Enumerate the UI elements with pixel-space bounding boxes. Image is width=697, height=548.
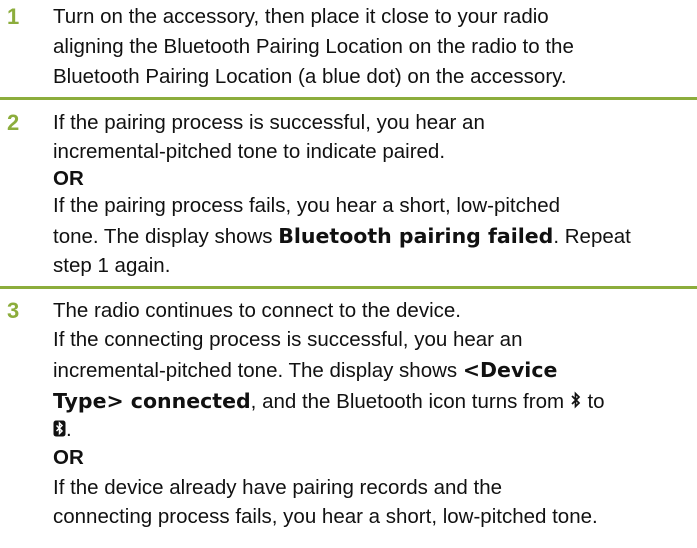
or-label: OR (53, 167, 84, 190)
step-text-line: step 1 again. (53, 254, 171, 277)
text: incremental-pitched tone. The display sh… (53, 359, 463, 382)
step-text-line: If the pairing process fails, you hear a… (53, 194, 561, 217)
step-text-line-icon: . (53, 415, 72, 445)
text: . (66, 418, 72, 441)
step-number: 1 (7, 4, 20, 29)
display-message: Type> connected (53, 389, 251, 413)
step-text-line: The radio continues to connect to the de… (53, 299, 461, 322)
step-text-line: If the pairing process is successful, yo… (53, 111, 485, 134)
display-message: Bluetooth pairing failed (278, 224, 554, 248)
text: to (581, 390, 605, 413)
display-message: <Device (462, 358, 558, 382)
step-text-line: incremental-pitched tone to indicate pai… (53, 140, 446, 163)
divider (0, 97, 697, 100)
step-text-line: Turn on the accessory, then place it clo… (53, 5, 549, 28)
step-text-line: connecting process fails, you hear a sho… (53, 505, 598, 528)
divider (0, 286, 697, 289)
step-text-line: If the connecting process is successful,… (53, 328, 523, 351)
step-text-line-display: tone. The display shows Bluetooth pairin… (53, 221, 631, 251)
step-text-line: If the device already have pairing recor… (53, 476, 502, 499)
bluetooth-icon (570, 388, 582, 418)
step-number: 3 (7, 298, 20, 323)
step-text-line-display: incremental-pitched tone. The display sh… (53, 355, 557, 385)
text: tone. The display shows (53, 225, 279, 248)
step-number: 2 (7, 110, 20, 135)
step-text-line: aligning the Bluetooth Pairing Location … (53, 35, 574, 58)
text: . Repeat (553, 225, 631, 248)
or-label: OR (53, 446, 84, 469)
step-text-line: Bluetooth Pairing Location (a blue dot) … (53, 65, 567, 88)
text: , and the Bluetooth icon turns from (250, 390, 570, 413)
instruction-document: 1 Turn on the accessory, then place it c… (0, 0, 697, 548)
step-text-line-display: Type> connected, and the Bluetooth icon … (53, 386, 605, 416)
bluetooth-connected-icon (53, 416, 66, 446)
